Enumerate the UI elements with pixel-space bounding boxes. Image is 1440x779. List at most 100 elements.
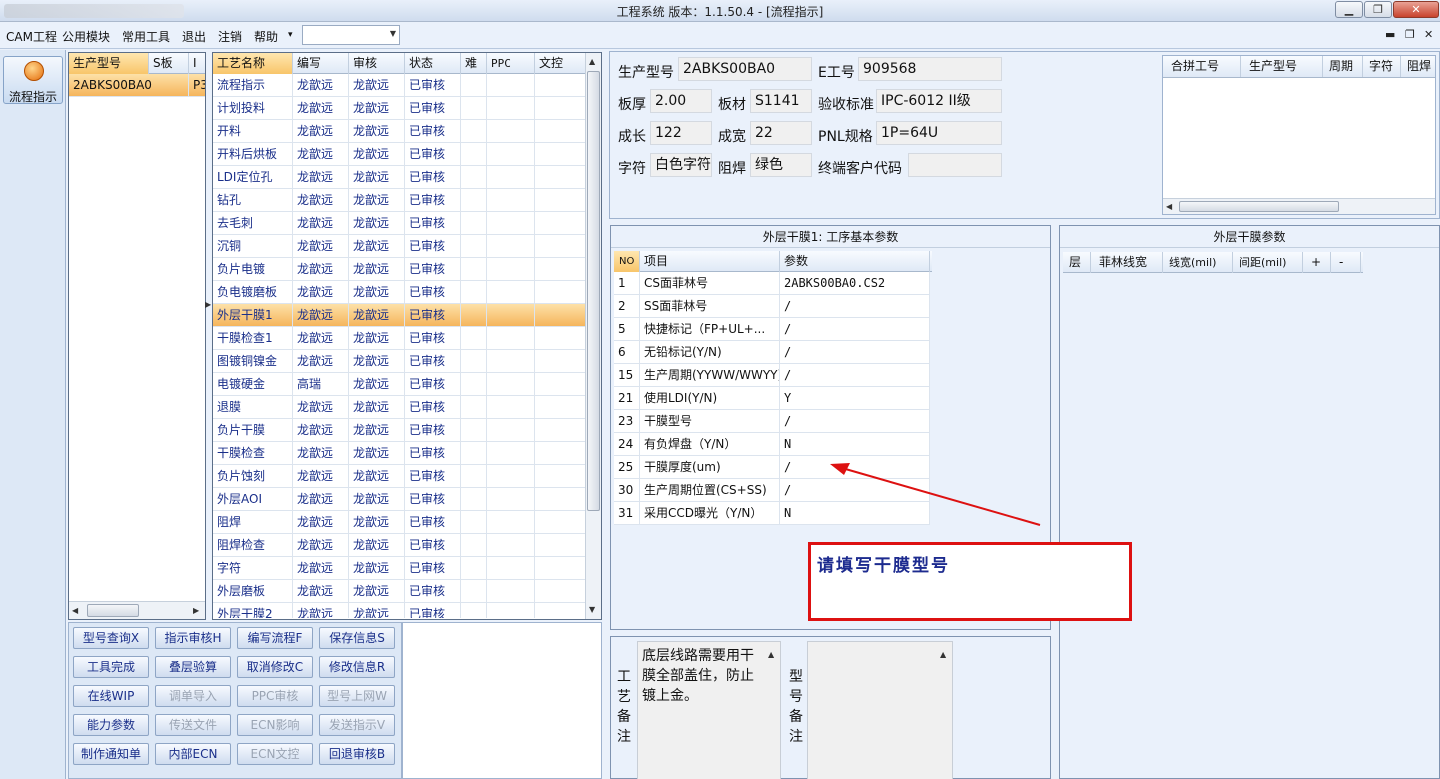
action-button[interactable]: 在线WIP: [73, 685, 149, 707]
param-value[interactable]: /: [780, 341, 930, 363]
action-button[interactable]: PPC审核: [237, 685, 313, 707]
col-header-s-board[interactable]: S板: [149, 53, 189, 74]
table-row[interactable]: 钻孔 龙歆远 龙歆远 已审核: [213, 189, 587, 212]
action-button[interactable]: 修改信息R: [319, 656, 395, 678]
splitter-handle[interactable]: ▶: [205, 300, 211, 350]
table-row[interactable]: 负片电镀 龙歆远 龙歆远 已审核: [213, 258, 587, 281]
minimize-button[interactable]: ▁: [1335, 1, 1363, 18]
col-header-param[interactable]: 参数: [780, 251, 930, 272]
field-legend[interactable]: 白色字符: [650, 153, 712, 177]
scroll-left-icon[interactable]: ◀: [72, 606, 78, 615]
menu-combo-box[interactable]: ▼: [302, 25, 400, 45]
remove-column-button[interactable]: -: [1331, 252, 1361, 273]
action-button[interactable]: 取消修改C: [237, 656, 313, 678]
table-row[interactable]: 沉铜 龙歆远 龙歆远 已审核: [213, 235, 587, 258]
table-row[interactable]: 开料 龙歆远 龙歆远 已审核: [213, 120, 587, 143]
close-button[interactable]: ✕: [1393, 1, 1439, 18]
scroll-thumb[interactable]: [1179, 201, 1339, 212]
scroll-thumb[interactable]: [587, 71, 600, 511]
col-header-writer[interactable]: 编写: [293, 53, 349, 74]
table-row[interactable]: 负电镀磨板 龙歆远 龙歆远 已审核: [213, 281, 587, 304]
col-header-no[interactable]: NO: [614, 251, 640, 272]
action-button[interactable]: 能力参数: [73, 714, 149, 736]
table-row[interactable]: 流程指示 龙歆远 龙歆远 已审核: [213, 74, 587, 97]
param-value[interactable]: /: [780, 318, 930, 340]
splitter-arrow-icon[interactable]: ▶: [205, 300, 211, 309]
process-remark-textarea[interactable]: 底层线路需要用干膜全部盖住，防止镀上金。 ▲: [637, 641, 781, 779]
table-row[interactable]: 字符 龙歆远 龙歆远 已审核: [213, 557, 587, 580]
col-header-merge-model[interactable]: 生产型号: [1241, 56, 1323, 77]
add-column-button[interactable]: +: [1303, 252, 1331, 273]
action-button[interactable]: 内部ECN: [155, 743, 231, 765]
field-acceptance[interactable]: IPC-6012 II级: [876, 89, 1002, 113]
col-header-process-name[interactable]: 工艺名称: [213, 53, 293, 74]
col-header-layer[interactable]: 层: [1063, 252, 1091, 273]
col-header-merge-no[interactable]: 合拼工号: [1163, 56, 1241, 77]
col-header-merge-mask[interactable]: 阻焊: [1401, 56, 1435, 77]
menu-logout[interactable]: 注销: [218, 28, 242, 45]
table-row[interactable]: 外层干膜1 龙歆远 龙歆远 已审核: [213, 304, 587, 327]
param-row[interactable]: 5 快捷标记（FP+UL+... /: [614, 318, 930, 341]
col-header-film-width[interactable]: 菲林线宽: [1091, 252, 1163, 273]
table-row[interactable]: 开料后烘板 龙歆远 龙歆远 已审核: [213, 143, 587, 166]
scroll-thumb[interactable]: [87, 604, 139, 617]
param-value[interactable]: N: [780, 433, 930, 455]
field-material[interactable]: S1141: [750, 89, 812, 113]
scroll-down-icon[interactable]: ▼: [589, 605, 595, 614]
model-remark-textarea[interactable]: ▲: [807, 641, 953, 779]
col-header-doc-control[interactable]: 文控: [535, 53, 587, 74]
table-row[interactable]: 退膜 龙歆远 龙歆远 已审核: [213, 396, 587, 419]
field-width[interactable]: 22: [750, 121, 812, 145]
field-end-customer[interactable]: [908, 153, 1002, 177]
table-row[interactable]: 去毛刺 龙歆远 龙歆远 已审核: [213, 212, 587, 235]
col-header-reviewer[interactable]: 审核: [349, 53, 405, 74]
scroll-up-icon[interactable]: ▲: [589, 57, 595, 66]
table-row[interactable]: 负片干膜 龙歆远 龙歆远 已审核: [213, 419, 587, 442]
param-row[interactable]: 21 使用LDI(Y/N) Y: [614, 387, 930, 410]
field-length[interactable]: 122: [650, 121, 712, 145]
process-grid-vscrollbar[interactable]: ▲ ▼: [585, 53, 601, 619]
action-button[interactable]: 编写流程F: [237, 627, 313, 649]
table-row[interactable]: 计划投料 龙歆远 龙歆远 已审核: [213, 97, 587, 120]
col-header-difficulty[interactable]: 难: [461, 53, 487, 74]
table-row[interactable]: 图镀铜镍金 龙歆远 龙歆远 已审核: [213, 350, 587, 373]
col-header-merge-legend[interactable]: 字符: [1363, 56, 1401, 77]
col-header-merge-cycle[interactable]: 周期: [1323, 56, 1363, 77]
menu-cam[interactable]: CAM工程: [6, 28, 57, 45]
param-row[interactable]: 23 干膜型号 /: [614, 410, 930, 433]
param-value[interactable]: /: [780, 410, 930, 432]
table-row[interactable]: 干膜检查1 龙歆远 龙歆远 已审核: [213, 327, 587, 350]
action-button[interactable]: 发送指示V: [319, 714, 395, 736]
param-value[interactable]: /: [780, 364, 930, 386]
menu-tools[interactable]: 常用工具: [122, 28, 170, 45]
model-list-hscrollbar[interactable]: ◀ ▶: [69, 601, 205, 619]
param-value[interactable]: Y: [780, 387, 930, 409]
param-row[interactable]: 15 生产周期(YYWW/WWYY) /: [614, 364, 930, 387]
scroll-left-icon[interactable]: ◀: [1166, 202, 1172, 211]
action-button[interactable]: ECN影响: [237, 714, 313, 736]
action-button[interactable]: 工具完成: [73, 656, 149, 678]
model-row[interactable]: 2ABKS00BA0 P3: [69, 74, 205, 97]
table-row[interactable]: 阻焊检查 龙歆远 龙歆远 已审核: [213, 534, 587, 557]
table-row[interactable]: 阻焊 龙歆远 龙歆远 已审核: [213, 511, 587, 534]
param-row[interactable]: 24 有负焊盘（Y/N） N: [614, 433, 930, 456]
table-row[interactable]: LDI定位孔 龙歆远 龙歆远 已审核: [213, 166, 587, 189]
mdi-minimize-icon[interactable]: ▬: [1385, 28, 1395, 41]
table-row[interactable]: 干膜检查 龙歆远 龙歆远 已审核: [213, 442, 587, 465]
scroll-up-icon[interactable]: ▲: [768, 650, 774, 659]
flow-instruction-nav-button[interactable]: 流程指示: [3, 56, 63, 104]
param-value[interactable]: 2ABKS00BA0.CS2: [780, 272, 930, 294]
merge-grid-hscrollbar[interactable]: ◀: [1163, 198, 1435, 214]
table-row[interactable]: 电镀硬金 高瑞 龙歆远 已审核: [213, 373, 587, 396]
mdi-restore-icon[interactable]: ❐: [1405, 28, 1415, 41]
param-row[interactable]: 1 CS面菲林号 2ABKS00BA0.CS2: [614, 272, 930, 295]
param-row[interactable]: 6 无铅标记(Y/N) /: [614, 341, 930, 364]
action-button[interactable]: 调单导入: [155, 685, 231, 707]
col-header-i[interactable]: I: [189, 53, 205, 74]
action-button[interactable]: 保存信息S: [319, 627, 395, 649]
field-e-number[interactable]: 909568: [858, 57, 1002, 81]
scroll-up-icon[interactable]: ▲: [940, 650, 946, 659]
col-header-status[interactable]: 状态: [405, 53, 461, 74]
param-row[interactable]: 2 SS面菲林号 /: [614, 295, 930, 318]
action-button[interactable]: ECN文控: [237, 743, 313, 765]
